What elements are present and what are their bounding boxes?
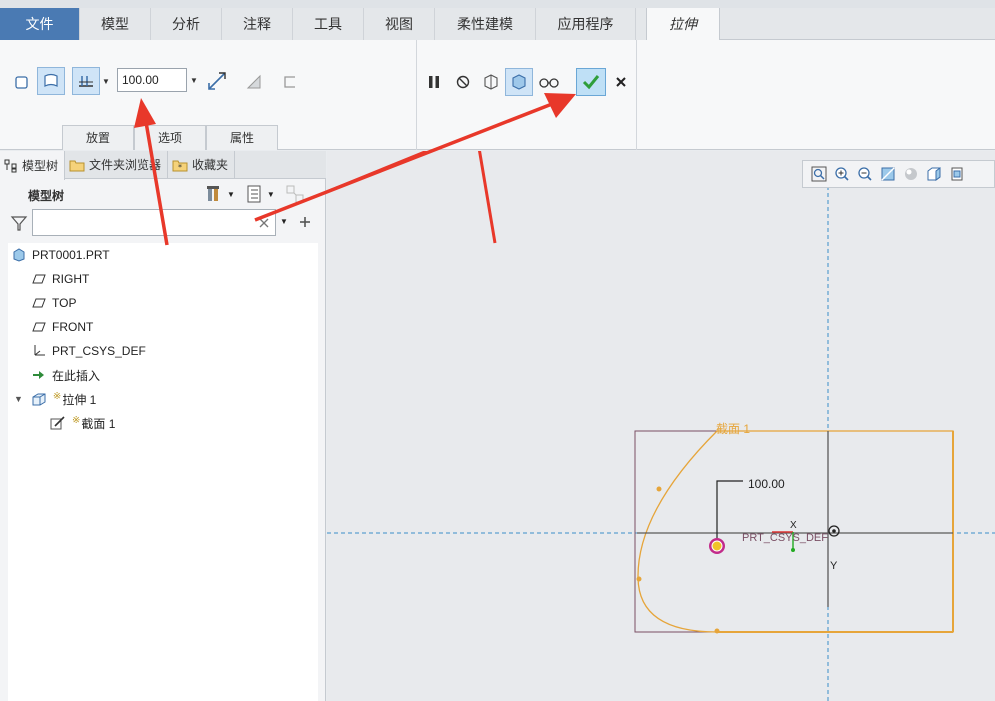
repaint-icon[interactable]	[878, 164, 898, 184]
view-manager-icon[interactable]	[947, 164, 967, 184]
csys-label: PRT_CSYS_DEF	[742, 532, 828, 544]
section-label: 截面 1	[716, 422, 751, 436]
zoom-out-icon[interactable]	[855, 164, 875, 184]
annotation-overlay	[134, 93, 576, 246]
csys-x-label: X	[790, 520, 797, 531]
refit-icon[interactable]	[809, 164, 829, 184]
depth-dimension-label[interactable]: 100.00	[748, 477, 785, 491]
annotation-arrow	[254, 102, 553, 222]
csys-y-label: Y	[830, 560, 838, 572]
saved-orientations-icon[interactable]	[924, 164, 944, 184]
creo-window: 文件 模型 分析 注释 工具 视图 柔性建模 应用程序 拉伸 ▼ 100.00 …	[0, 0, 995, 701]
graphics-toolbar	[802, 160, 995, 188]
annotation-arrow	[144, 121, 169, 246]
display-style-icon[interactable]	[901, 164, 921, 184]
annotation-arrowhead	[134, 98, 156, 128]
zoom-in-icon[interactable]	[832, 164, 852, 184]
